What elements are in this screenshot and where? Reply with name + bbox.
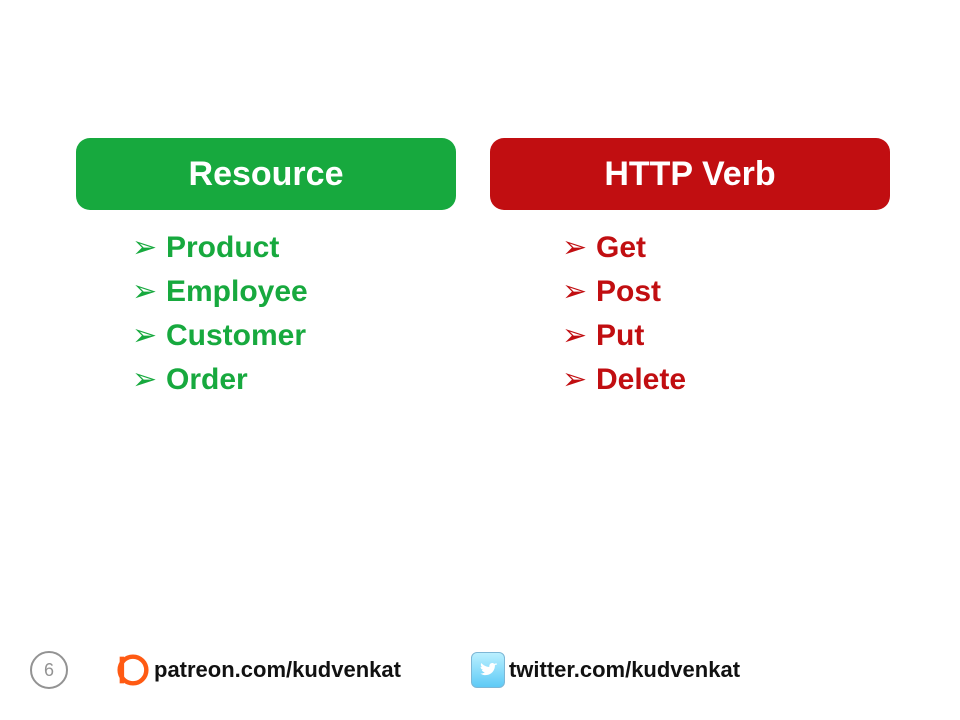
list-item-label: Product <box>166 226 279 270</box>
list-item: ➢ Employee <box>132 270 308 314</box>
resource-list: ➢ Product ➢ Employee ➢ Customer ➢ Order <box>132 226 308 402</box>
chevron-right-icon: ➢ <box>132 314 166 358</box>
resource-header: Resource <box>76 138 456 210</box>
chevron-right-icon: ➢ <box>562 358 596 402</box>
list-item: ➢ Order <box>132 358 308 402</box>
twitter-link-label: twitter.com/kudvenkat <box>509 657 740 683</box>
patreon-icon <box>116 653 150 687</box>
twitter-icon <box>471 653 505 687</box>
list-item: ➢ Delete <box>562 358 686 402</box>
list-item: ➢ Customer <box>132 314 308 358</box>
http-verb-list: ➢ Get ➢ Post ➢ Put ➢ Delete <box>562 226 686 402</box>
list-item-label: Get <box>596 226 646 270</box>
chevron-right-icon: ➢ <box>562 226 596 270</box>
footer: 6 patreon.com/kudvenkat twitter.com/kudv… <box>30 648 930 692</box>
list-item-label: Customer <box>166 314 306 358</box>
list-item-label: Post <box>596 270 661 314</box>
chevron-right-icon: ➢ <box>562 314 596 358</box>
chevron-right-icon: ➢ <box>132 270 166 314</box>
chevron-right-icon: ➢ <box>132 358 166 402</box>
list-item: ➢ Put <box>562 314 686 358</box>
chevron-right-icon: ➢ <box>132 226 166 270</box>
list-item: ➢ Product <box>132 226 308 270</box>
list-item-label: Delete <box>596 358 686 402</box>
list-item: ➢ Post <box>562 270 686 314</box>
patreon-link[interactable]: patreon.com/kudvenkat <box>116 653 401 687</box>
list-item: ➢ Get <box>562 226 686 270</box>
list-item-label: Employee <box>166 270 308 314</box>
patreon-link-label: patreon.com/kudvenkat <box>154 657 401 683</box>
chevron-right-icon: ➢ <box>562 270 596 314</box>
list-item-label: Order <box>166 358 248 402</box>
page-number: 6 <box>30 651 68 689</box>
twitter-link[interactable]: twitter.com/kudvenkat <box>471 653 740 687</box>
http-verb-header: HTTP Verb <box>490 138 890 210</box>
list-item-label: Put <box>596 314 644 358</box>
